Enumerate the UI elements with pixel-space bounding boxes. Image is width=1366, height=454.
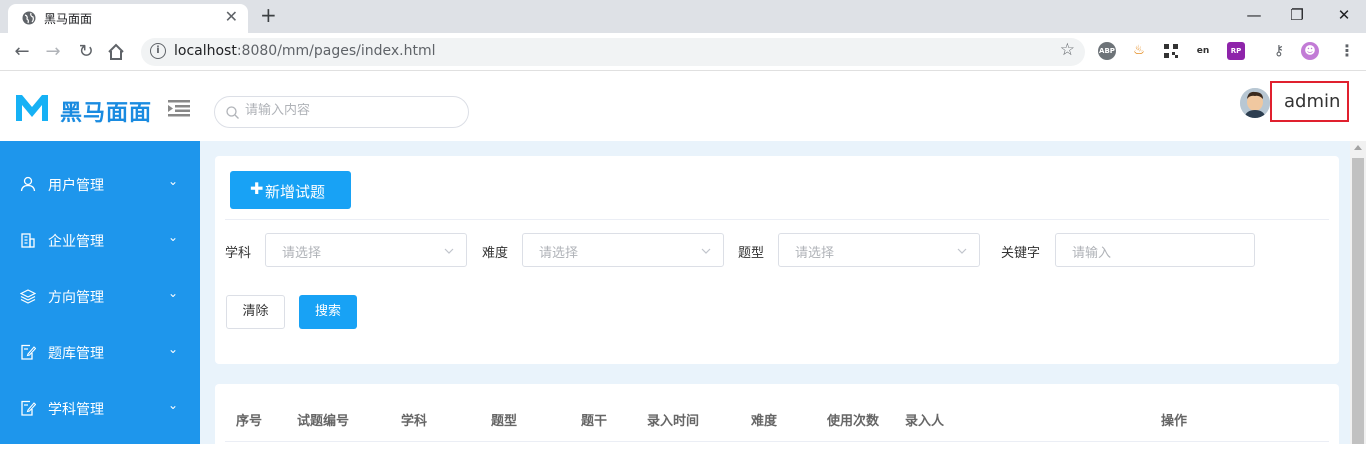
user-menu[interactable]: admin	[1270, 81, 1349, 122]
sidebar-item-label: 学科管理	[48, 402, 104, 418]
address-bar[interactable]: i localhost:8080/mm/pages/index.html ☆	[141, 38, 1085, 66]
sidebar-item-label: 题库管理	[48, 346, 104, 362]
restore-button[interactable]: ❐	[1282, 3, 1312, 27]
user-icon	[20, 176, 36, 192]
chevron-down-icon: ⌄	[168, 398, 179, 412]
search-button[interactable]: 搜索	[299, 295, 357, 329]
table-header-cell: 录入时间	[647, 414, 700, 429]
sidebar-item-label: 用户管理	[48, 178, 104, 194]
table-header-cell: 序号	[236, 414, 263, 429]
chevron-down-icon	[701, 248, 711, 254]
sidebar-item-label: 企业管理	[48, 234, 104, 250]
menu-collapse-icon[interactable]	[168, 99, 190, 117]
user-name: admin	[1284, 91, 1341, 112]
avatar-face-icon	[1240, 88, 1270, 118]
tab-title: 黑马面面	[44, 12, 93, 26]
clear-button[interactable]: 清除	[226, 295, 285, 329]
table-header-cell: 录入人	[905, 414, 945, 429]
edit-doc-icon	[21, 400, 36, 416]
search-input[interactable]	[245, 103, 460, 118]
table-header-cell: 试题编号	[297, 414, 350, 429]
difficulty-label: 难度	[482, 246, 509, 261]
scroll-up-arrow-icon[interactable]	[1354, 145, 1362, 150]
back-icon[interactable]: ←	[10, 40, 34, 64]
type-label: 题型	[738, 246, 765, 261]
sidebar-item-directions[interactable]: 方向管理 ⌄	[0, 268, 200, 324]
edit-doc-icon	[21, 344, 36, 360]
table-header-cell: 题干	[581, 414, 608, 429]
table-header-cell: 操作	[1161, 414, 1188, 429]
type-select[interactable]: 请选择	[778, 233, 980, 267]
close-tab-icon[interactable]: ✕	[225, 7, 238, 26]
main-content: ✚ 新增试题 学科 请选择 难度 请选择 题型 请选择 关键字 请输入 清除 搜…	[200, 141, 1350, 454]
profile-icon[interactable]: ☻	[1301, 42, 1319, 60]
chevron-down-icon: ⌄	[168, 286, 179, 300]
java-extension-icon[interactable]: ♨	[1130, 42, 1148, 60]
browser-toolbar: ← → ↻ i localhost:8080/mm/pages/index.ht…	[0, 33, 1366, 71]
sidebar-item-label: 方向管理	[48, 290, 104, 306]
url-text: localhost:8080/mm/pages/index.html	[174, 43, 436, 59]
keyword-label: 关键字	[1001, 246, 1041, 261]
plus-icon: ✚	[250, 179, 264, 198]
app-title: 黑马面面	[60, 101, 153, 126]
sidebar-item-question-bank[interactable]: 题库管理 ⌄	[0, 324, 200, 380]
chevron-down-icon: ⌄	[168, 230, 179, 244]
subject-select[interactable]: 请选择	[265, 233, 467, 267]
logo-icon	[16, 95, 48, 121]
key-icon[interactable]: ⚷	[1270, 42, 1288, 60]
add-question-button[interactable]: ✚ 新增试题	[230, 171, 351, 209]
subject-label: 学科	[225, 246, 252, 261]
window-close-button[interactable]: ✕	[1329, 3, 1359, 27]
sidebar-item-users[interactable]: 用户管理 ⌄	[0, 156, 200, 212]
scroll-thumb[interactable]	[1352, 158, 1364, 444]
difficulty-select[interactable]: 请选择	[522, 233, 724, 267]
divider	[225, 219, 1329, 220]
reload-icon[interactable]: ↻	[74, 40, 98, 64]
chevron-down-icon: ⌄	[168, 342, 179, 356]
info-icon[interactable]: i	[150, 43, 166, 59]
browser-tab[interactable]: 黑马面面 ✕	[8, 4, 248, 33]
globe-icon	[22, 11, 36, 25]
search-icon	[226, 106, 239, 119]
layers-icon	[20, 289, 36, 304]
table-header-cell: 题型	[491, 414, 518, 429]
table-header-divider	[225, 441, 1329, 442]
sidebar: 用户管理 ⌄ 企业管理 ⌄ 方向管理 ⌄ 题库管理 ⌄ 学科管理 ⌄	[0, 141, 200, 444]
chevron-down-icon: ⌄	[168, 174, 179, 188]
chevron-down-icon	[957, 248, 967, 254]
browser-tab-bar: 黑马面面 ✕ + — ❐ ✕	[0, 0, 1366, 33]
type-placeholder: 请选择	[795, 246, 835, 261]
table-header-cell: 学科	[401, 414, 428, 429]
abp-extension-icon[interactable]: ABP	[1098, 42, 1116, 60]
translate-extension-icon[interactable]: en	[1194, 42, 1212, 60]
sidebar-item-companies[interactable]: 企业管理 ⌄	[0, 212, 200, 268]
rp-extension-icon[interactable]: RP	[1227, 42, 1245, 60]
add-question-label: 新增试题	[265, 183, 326, 201]
qr-code-icon[interactable]	[1162, 42, 1180, 60]
bookmark-star-icon[interactable]: ☆	[1060, 40, 1075, 60]
subject-placeholder: 请选择	[282, 246, 322, 261]
table-header-cell: 难度	[751, 414, 778, 429]
page-scrollbar[interactable]	[1350, 141, 1366, 444]
difficulty-placeholder: 请选择	[539, 246, 579, 261]
keyword-placeholder: 请输入	[1072, 246, 1112, 261]
chevron-down-icon	[444, 248, 454, 254]
new-tab-button[interactable]: +	[260, 3, 277, 27]
avatar[interactable]	[1240, 88, 1270, 118]
filter-card: ✚ 新增试题 学科 请选择 难度 请选择 题型 请选择 关键字 请输入 清除 搜…	[215, 156, 1339, 364]
home-icon[interactable]	[106, 42, 126, 62]
building-icon	[21, 233, 35, 248]
forward-icon[interactable]: →	[41, 40, 65, 64]
app-header: 黑马面面 admin	[0, 71, 1366, 141]
minimize-button[interactable]: —	[1239, 3, 1269, 27]
keyword-input[interactable]: 请输入	[1055, 233, 1255, 267]
search-box[interactable]	[214, 96, 469, 128]
sidebar-item-subjects[interactable]: 学科管理 ⌄	[0, 380, 200, 436]
table-header-cell: 使用次数	[827, 414, 880, 429]
menu-kebab-icon[interactable]: ⋮	[1338, 42, 1356, 60]
